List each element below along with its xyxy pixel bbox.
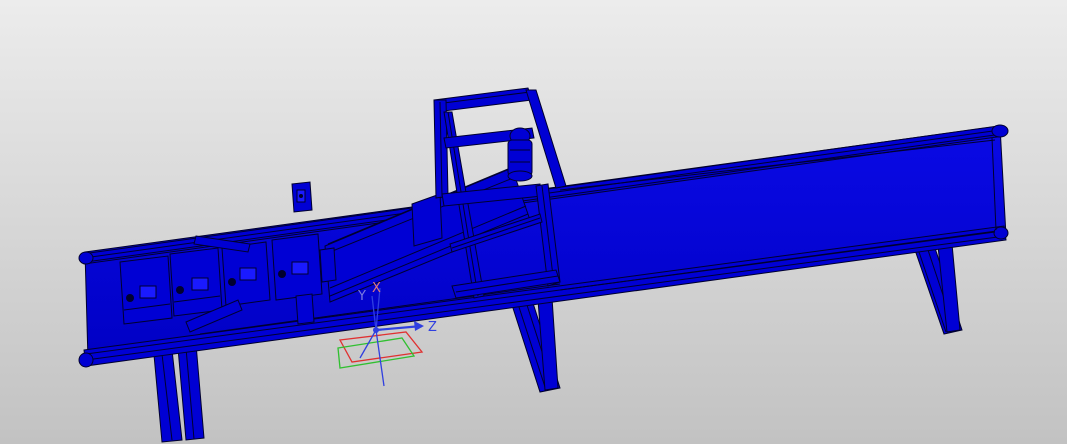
module-box-1 xyxy=(119,255,173,325)
module-box-2 xyxy=(169,247,223,317)
yz-plane-indicator xyxy=(338,331,424,363)
motor-unit xyxy=(507,127,533,182)
triad-z-label: Z xyxy=(428,320,437,335)
cad-3d-viewport[interactable]: Y X Z xyxy=(0,0,1067,444)
conveyor-assembly-model[interactable]: Y X Z xyxy=(0,0,1067,444)
mounting-bracket xyxy=(291,181,313,213)
support-leg-right xyxy=(914,243,963,335)
support-leg-left xyxy=(153,343,205,443)
support-leg-middle xyxy=(511,297,561,393)
triad-y-label: Y xyxy=(357,289,366,304)
xz-plane-indicator xyxy=(337,337,416,369)
triad-x-label: X xyxy=(372,281,381,296)
triad-origin xyxy=(373,327,379,333)
